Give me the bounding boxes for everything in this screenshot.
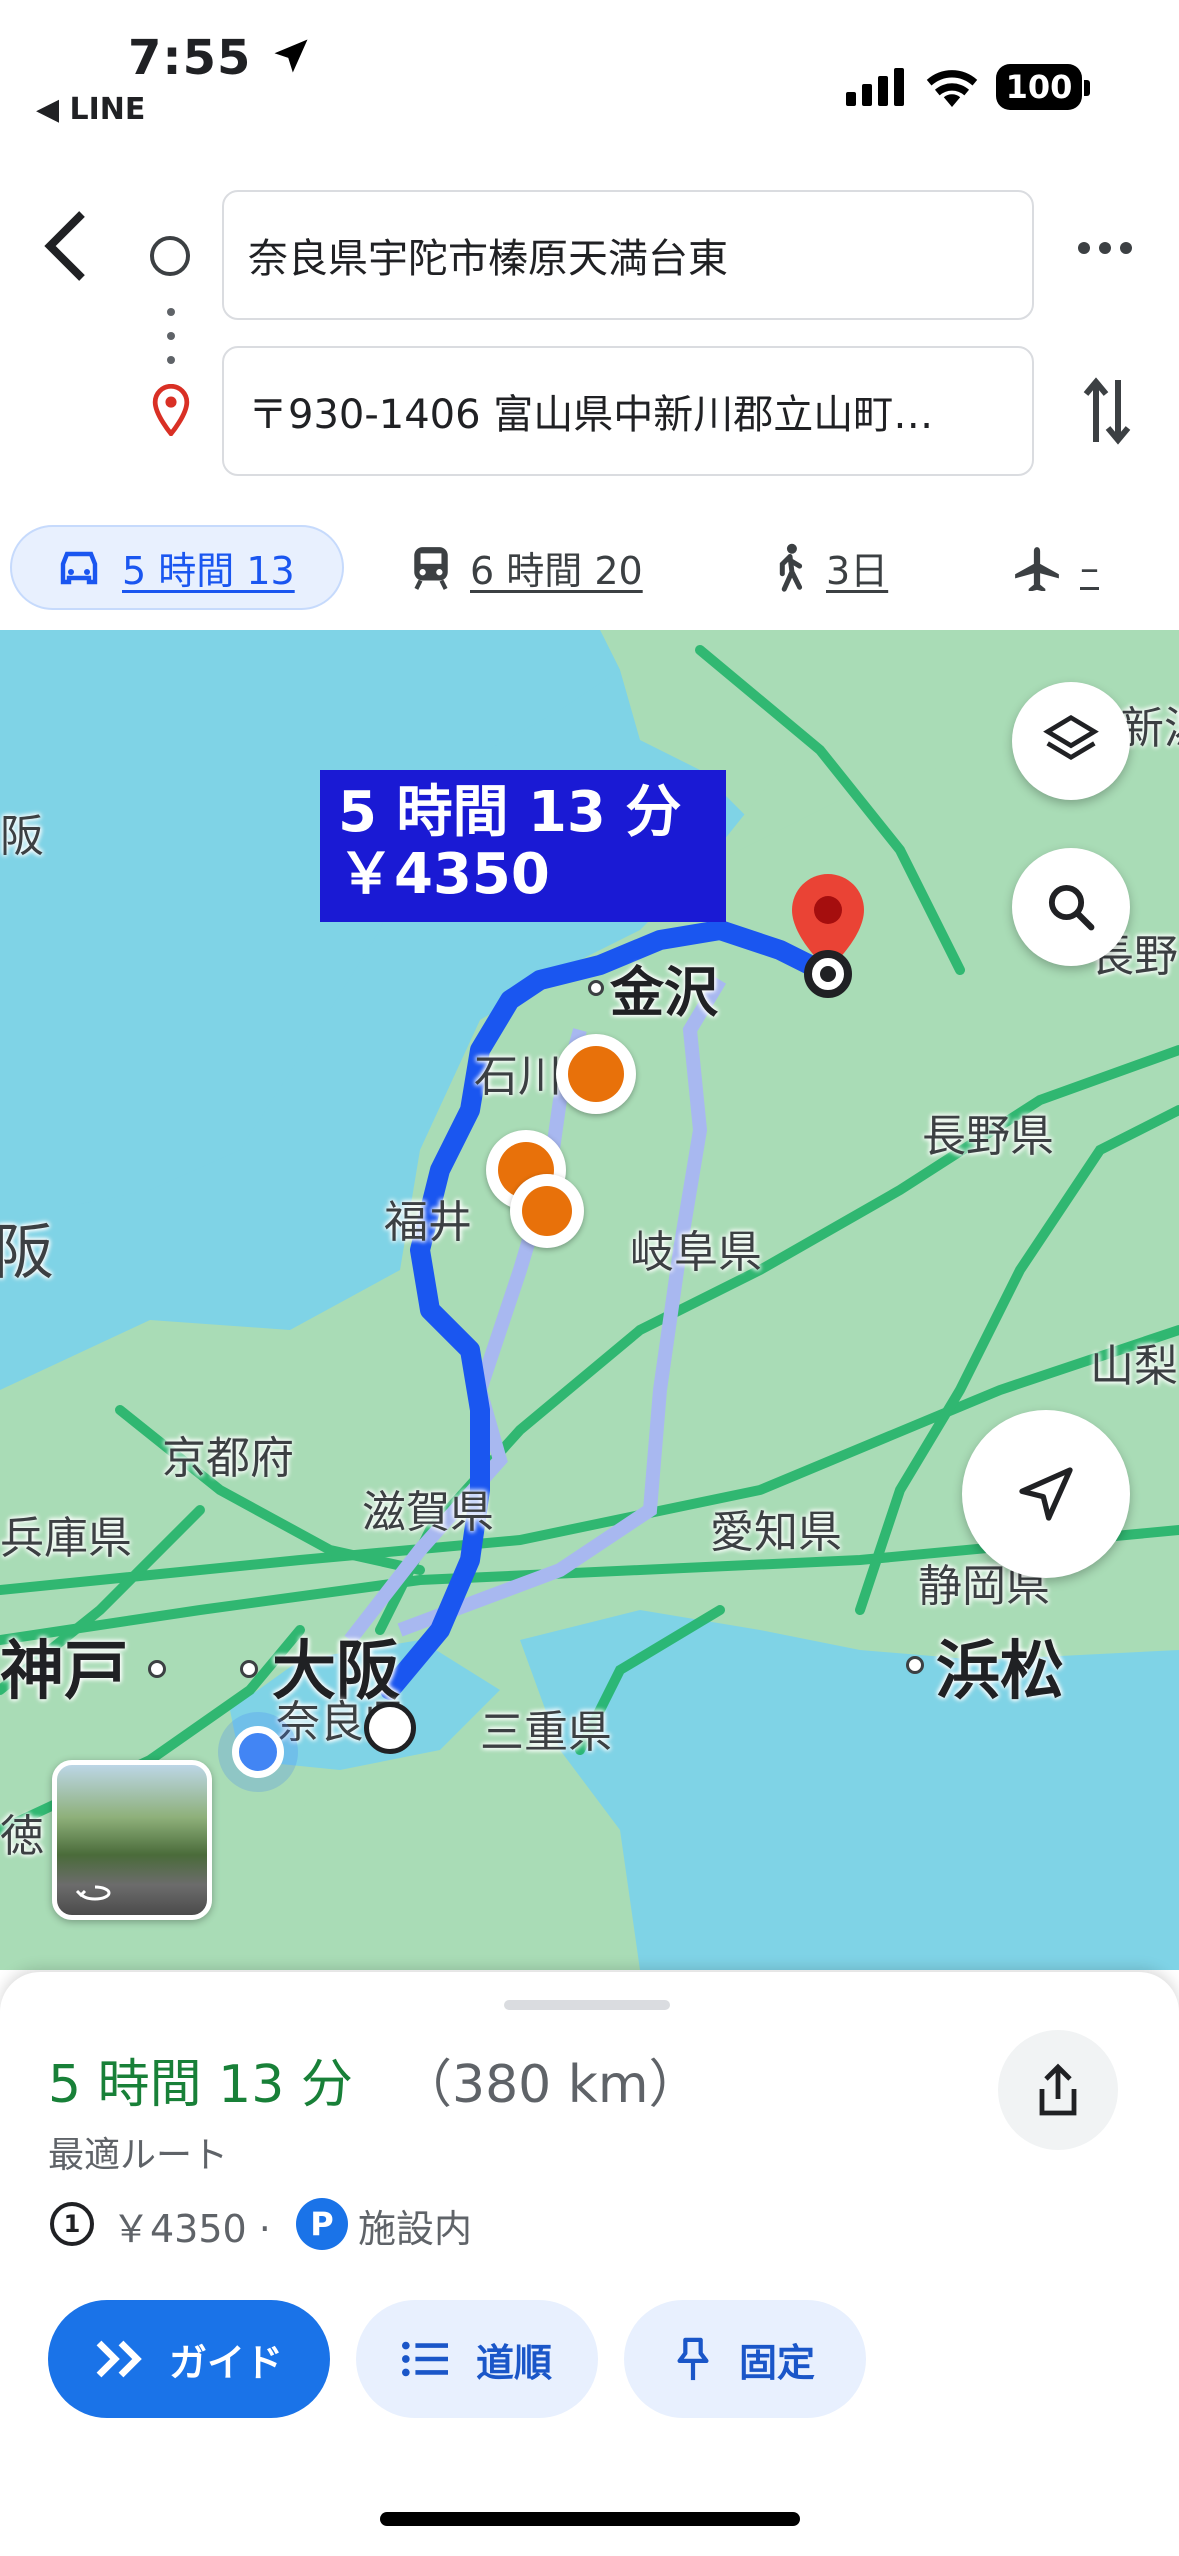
kobe-dot bbox=[148, 1660, 166, 1678]
map-label-yamanashi: 山梨 bbox=[1090, 1341, 1178, 1392]
osaka-dot bbox=[240, 1660, 258, 1678]
map-label-kanazawa: 金沢 bbox=[610, 961, 718, 1024]
map-label-hyogo: 兵庫県 bbox=[0, 1513, 132, 1564]
pin-button[interactable]: 固定 bbox=[624, 2300, 866, 2418]
more-options-icon[interactable] bbox=[1076, 238, 1134, 262]
destination-field[interactable]: 〒930-1406 富山県中新川郡立山町… bbox=[222, 346, 1034, 476]
search-icon bbox=[1048, 884, 1095, 931]
guide-button[interactable]: ガイド bbox=[48, 2300, 330, 2418]
map-label-mie: 三重県 bbox=[480, 1707, 612, 1758]
back-button[interactable] bbox=[38, 210, 94, 286]
map-label-ishikawa: 石川 bbox=[474, 1051, 562, 1102]
layers-button[interactable] bbox=[1012, 682, 1130, 800]
back-arrow-icon bbox=[44, 211, 85, 281]
search-along-route-button[interactable] bbox=[1012, 848, 1130, 966]
map-view[interactable]: 新潟 長野 金沢 石川 長野県 福井 岐阜県 山梨 京都府 滋賀県 兵庫県 愛知… bbox=[0, 630, 1179, 1970]
current-location-dot bbox=[232, 1726, 284, 1778]
mode-tab-flight[interactable]: – bbox=[1012, 525, 1099, 610]
map-label-hamamatsu: 浜松 bbox=[936, 1635, 1064, 1709]
pin-label: 固定 bbox=[738, 2340, 815, 2385]
mode-tab-car[interactable]: 5 時間 13 bbox=[54, 525, 295, 610]
layers-icon bbox=[1043, 714, 1099, 761]
navigation-arrow-icon bbox=[1019, 1467, 1073, 1521]
list-icon bbox=[401, 2341, 448, 2377]
map-label-gifu: 岐阜県 bbox=[630, 1227, 762, 1278]
origin-circle-icon bbox=[150, 236, 190, 276]
swap-icon[interactable] bbox=[1082, 376, 1132, 450]
wifi-icon bbox=[924, 64, 980, 112]
parking-label: 施設内 bbox=[358, 2207, 473, 2251]
toll-price: ￥4350 · bbox=[112, 2207, 271, 2251]
mode-tab-walk[interactable]: 3日 bbox=[772, 525, 888, 610]
origin-field[interactable]: 奈良県宇陀市榛原天満台東 bbox=[222, 190, 1034, 320]
battery-indicator: 100 bbox=[996, 64, 1082, 110]
pin-icon bbox=[677, 2337, 709, 2381]
kanazawa-dot bbox=[588, 980, 604, 996]
destination-marker-icon[interactable] bbox=[786, 870, 870, 1004]
status-time: 7:55 bbox=[128, 30, 313, 86]
recenter-button[interactable] bbox=[962, 1410, 1130, 1578]
route-callout[interactable]: 5 時間 13 分 ￥4350 bbox=[320, 770, 726, 922]
route-subtitle: 最適ルート bbox=[48, 2135, 229, 2176]
map-label-kyoto: 京都府 bbox=[162, 1433, 294, 1484]
sheet-drag-handle[interactable] bbox=[504, 2000, 670, 2010]
map-label-tokushima: 徳 bbox=[0, 1811, 44, 1862]
map-label-fukui: 福井 bbox=[384, 1197, 472, 1248]
car-icon bbox=[60, 551, 98, 584]
location-arrow-icon bbox=[274, 39, 308, 73]
street-view-thumbnail[interactable] bbox=[52, 1760, 212, 1920]
origin-marker[interactable] bbox=[364, 1702, 416, 1754]
mode-flight-label: – bbox=[1080, 545, 1099, 590]
share-icon bbox=[1039, 2063, 1077, 2116]
map-label-edge-kanji: 阪 bbox=[0, 1218, 54, 1288]
parking-icon: P bbox=[296, 2198, 348, 2250]
signal-icon bbox=[846, 68, 908, 110]
destination-pin-icon bbox=[152, 383, 190, 440]
train-icon bbox=[414, 546, 448, 590]
share-button[interactable] bbox=[998, 2030, 1118, 2150]
route-duration: 5 時間 13 分 bbox=[48, 2055, 353, 2115]
home-indicator[interactable] bbox=[380, 2512, 800, 2526]
guide-label: ガイド bbox=[168, 2340, 283, 2385]
airplane-icon bbox=[1015, 546, 1059, 591]
walk-icon bbox=[779, 543, 803, 592]
map-label-shiga: 滋賀県 bbox=[362, 1487, 494, 1538]
mode-car-label: 5 時間 13 bbox=[122, 549, 295, 593]
callout-duration: 5 時間 13 分 bbox=[338, 780, 682, 845]
mode-transit-label: 6 時間 20 bbox=[470, 549, 643, 593]
map-label-aichi: 愛知県 bbox=[710, 1507, 842, 1558]
back-to-line-link[interactable]: ◀ LINE bbox=[36, 92, 145, 127]
mode-tab-transit[interactable]: 6 時間 20 bbox=[410, 525, 643, 610]
route-distance: （380 km） bbox=[400, 2055, 701, 2115]
steps-button[interactable]: 道順 bbox=[356, 2300, 598, 2418]
battery-tip bbox=[1084, 80, 1090, 96]
map-label-kobe: 神戸 bbox=[0, 1635, 128, 1709]
route-dots-icon bbox=[166, 306, 176, 370]
mode-walk-label: 3日 bbox=[826, 549, 889, 593]
double-chevron-icon bbox=[96, 2340, 142, 2378]
toll-marker-icon[interactable] bbox=[510, 1174, 584, 1248]
map-label-left-edge: 阪 bbox=[0, 811, 44, 862]
map-label-nagano-pref: 長野県 bbox=[922, 1111, 1054, 1162]
callout-price: ￥4350 bbox=[338, 842, 550, 907]
rotate-360-icon bbox=[75, 1885, 111, 1901]
steps-label: 道順 bbox=[475, 2340, 552, 2385]
toll-icon: 1 bbox=[50, 2202, 94, 2246]
hamamatsu-dot bbox=[906, 1656, 924, 1674]
toll-marker-icon[interactable] bbox=[556, 1034, 636, 1114]
